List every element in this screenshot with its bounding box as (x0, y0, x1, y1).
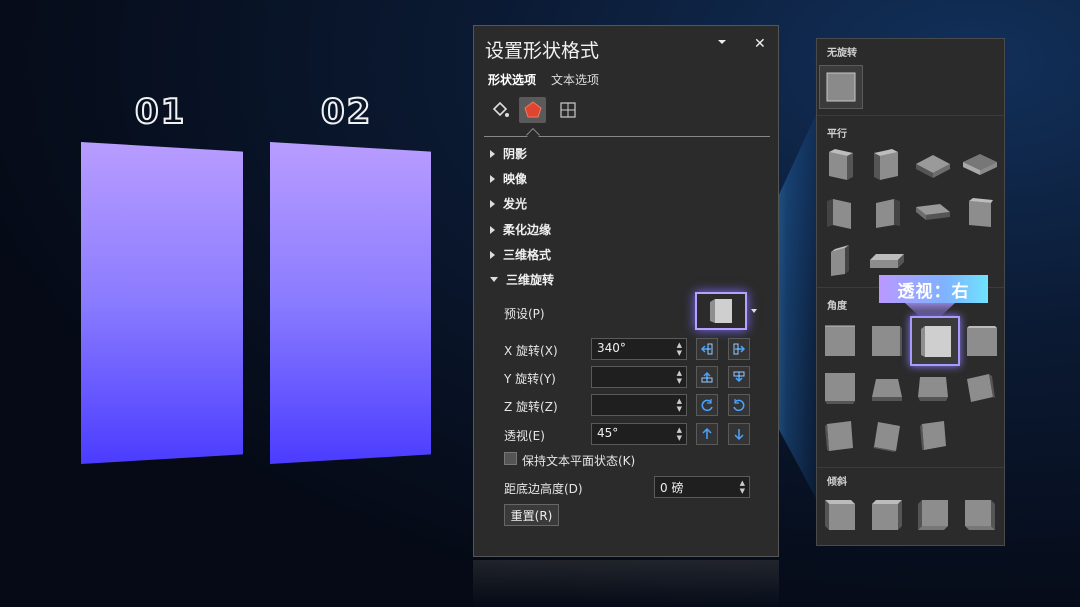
perspective-label: 透视(E) (504, 429, 545, 443)
preset-label: 预设(P) (504, 307, 545, 321)
gallery-divider (817, 115, 1004, 116)
section-3d-rotation[interactable]: 三维旋转 (490, 271, 554, 288)
chevron-down-icon[interactable] (716, 36, 728, 52)
rotate-cw-icon[interactable] (728, 394, 750, 416)
preset-perspective-7[interactable] (913, 368, 953, 408)
tab-shape-options[interactable]: 形状选项 (488, 71, 536, 88)
preset-oblique-4[interactable] (960, 495, 1000, 535)
chevron-down-icon (751, 309, 757, 313)
distance-input[interactable]: 0 磅 ▲ ▼ (654, 476, 750, 498)
pane-title: 设置形状格式 (485, 40, 600, 62)
expand-arrow-icon (490, 199, 495, 208)
cube-perspective-icon (710, 299, 732, 323)
preset-perspective-5[interactable] (820, 368, 860, 408)
preset-perspective-9[interactable] (820, 415, 860, 455)
pane-reflection (473, 560, 779, 607)
keep-text-flat-checkbox[interactable] (504, 452, 517, 465)
section-3d-format[interactable]: 三维格式 (490, 246, 551, 263)
preset-perspective-11[interactable] (913, 415, 953, 455)
rotate-down-icon[interactable] (728, 366, 750, 388)
increase-perspective-icon[interactable] (696, 423, 718, 445)
preset-parallel-10[interactable] (867, 239, 907, 279)
keep-text-flat-label: 保持文本平面状态(K) (522, 454, 636, 468)
preset-parallel-8[interactable] (960, 192, 1000, 232)
expand-arrow-icon (490, 149, 495, 158)
preset-no-rotation[interactable] (819, 65, 863, 109)
expand-arrow-icon (490, 225, 495, 234)
tab-indicator (525, 127, 541, 143)
preset-oblique-2[interactable] (867, 495, 907, 535)
preset-parallel-3[interactable] (913, 145, 953, 185)
spinner-icon: ▲ ▼ (676, 369, 682, 385)
slide-number-01: 01 (134, 91, 187, 133)
fill-bucket-icon[interactable] (486, 97, 513, 123)
gallery-heading-parallel: 平行 (827, 129, 847, 140)
preset-oblique-3[interactable] (913, 495, 953, 535)
y-rotation-label: Y 旋转(Y) (504, 372, 556, 386)
section-reflection[interactable]: 映像 (490, 170, 527, 187)
preset-perspective-2[interactable] (867, 321, 907, 361)
preset-parallel-9[interactable] (820, 239, 860, 279)
preset-parallel-7[interactable] (913, 192, 953, 232)
spinner-icon: ▲ ▼ (676, 341, 682, 357)
preset-parallel-6[interactable] (867, 192, 907, 232)
z-rotation-input[interactable]: ▲ ▼ (591, 394, 687, 416)
preset-parallel-5[interactable] (820, 192, 860, 232)
rotate-ccw-icon[interactable] (696, 394, 718, 416)
preset-dropdown[interactable] (695, 292, 757, 330)
effects-pentagon-icon[interactable] (519, 97, 546, 123)
preset-parallel-4[interactable] (960, 145, 1000, 185)
preset-perspective-10[interactable] (867, 415, 907, 455)
section-shadow[interactable]: 阴影 (490, 145, 527, 162)
preset-perspective-8[interactable] (960, 368, 1000, 408)
distance-label: 距底边高度(D) (504, 482, 583, 496)
slide-number-02: 02 (320, 91, 373, 133)
gallery-heading-oblique: 倾斜 (827, 477, 847, 488)
section-soft-edges[interactable]: 柔化边缘 (490, 221, 551, 238)
spinner-icon: ▲ ▼ (739, 479, 745, 495)
preset-perspective-4[interactable] (962, 321, 1002, 361)
spinner-icon: ▲ ▼ (676, 426, 682, 442)
spinner-icon: ▲ ▼ (676, 397, 682, 413)
gallery-heading-perspective: 角度 (827, 301, 847, 312)
reset-button[interactable]: 重置(R) (504, 504, 559, 526)
rotate-right-icon[interactable] (728, 338, 750, 360)
gallery-heading-no-rotation: 无旋转 (827, 48, 857, 59)
collapse-arrow-icon (490, 277, 498, 282)
x-rotation-input[interactable]: 340° ▲ ▼ (591, 338, 687, 360)
rotate-left-icon[interactable] (696, 338, 718, 360)
expand-arrow-icon (490, 174, 495, 183)
preset-perspective-right[interactable] (910, 316, 960, 366)
tab-text-options[interactable]: 文本选项 (551, 71, 599, 88)
perspective-input[interactable]: 45° ▲ ▼ (591, 423, 687, 445)
decrease-perspective-icon[interactable] (728, 423, 750, 445)
preset-perspective-6[interactable] (867, 368, 907, 408)
purple-panel-left (81, 142, 243, 464)
expand-arrow-icon (490, 250, 495, 259)
purple-panel-right (270, 142, 431, 464)
rotate-up-icon[interactable] (696, 366, 718, 388)
x-rotation-label: X 旋转(X) (504, 344, 558, 358)
preset-tooltip: 透视：右 (879, 275, 988, 303)
z-rotation-label: Z 旋转(Z) (504, 400, 558, 414)
preset-oblique-1[interactable] (820, 495, 860, 535)
section-glow[interactable]: 发光 (490, 195, 527, 212)
close-icon[interactable]: ✕ (754, 36, 766, 52)
gallery-divider (817, 467, 1004, 468)
preset-parallel-2[interactable] (867, 145, 907, 185)
preset-perspective-1[interactable] (820, 321, 860, 361)
size-layout-icon[interactable] (554, 97, 581, 123)
preset-parallel-1[interactable] (820, 145, 860, 185)
y-rotation-input[interactable]: ▲ ▼ (591, 366, 687, 388)
format-shape-pane: 设置形状格式 ✕ 形状选项 文本选项 阴影 映像 发光 柔化边缘 三维格式 三维… (473, 25, 779, 557)
